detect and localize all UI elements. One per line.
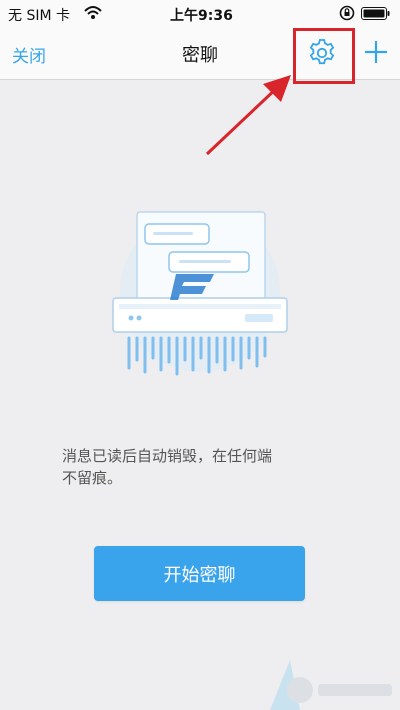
status-time: 上午9:36 [170, 8, 233, 24]
description-line-2: 不留痕。 [62, 469, 123, 487]
status-bar: 无 SIM 卡 上午9:36 [0, 0, 400, 28]
rotation-lock-icon [339, 5, 355, 21]
corner-watermark [270, 660, 392, 710]
plus-icon[interactable] [362, 38, 390, 66]
carrier-label: 无 SIM 卡 [8, 8, 70, 24]
annotation-highlight-box [293, 28, 355, 84]
description-line-1: 消息已读后自动销毁，在任何端 [62, 447, 273, 465]
description-text: 消息已读后自动销毁，在任何端 不留痕。 [62, 445, 362, 489]
watermark-logo [170, 274, 214, 300]
start-secret-chat-button[interactable]: 开始密聊 [94, 546, 305, 601]
battery-icon [361, 7, 390, 20]
wifi-icon [84, 6, 102, 19]
annotation-arrow-icon [205, 75, 291, 156]
